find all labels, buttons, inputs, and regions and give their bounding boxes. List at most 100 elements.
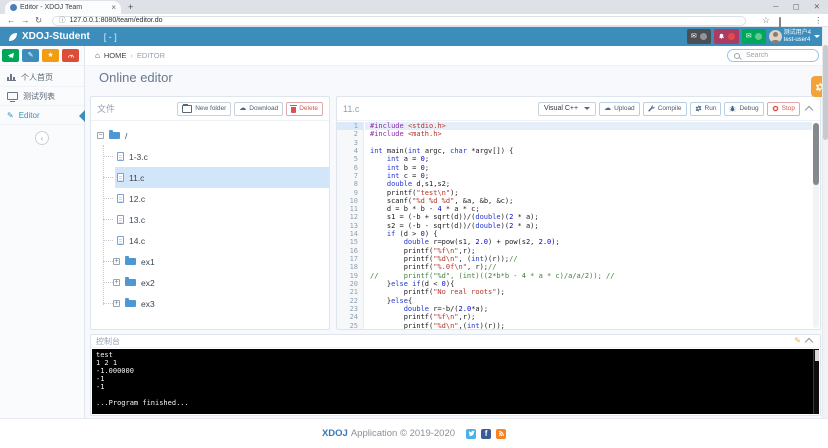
window-toggle-link[interactable]: [ - ]	[104, 32, 117, 42]
page-scrollbar[interactable]	[822, 27, 828, 448]
twitter-link[interactable]	[466, 429, 476, 439]
tree-root-item[interactable]: − /	[91, 125, 329, 146]
footer-brand: XDOJ	[322, 428, 348, 439]
terminal-line: test	[96, 351, 815, 359]
code-line[interactable]: int main(int argc, char *argv[]) {	[370, 147, 812, 155]
page-scrollbar-thumb[interactable]	[823, 45, 828, 140]
quick-gauge-button[interactable]	[62, 49, 79, 62]
quick-send-button[interactable]	[2, 49, 19, 62]
code-line[interactable]: int b = 0;	[370, 164, 812, 172]
facebook-link[interactable]: f	[481, 429, 491, 439]
quick-star-button[interactable]: ★	[42, 49, 59, 62]
download-button[interactable]: ☁ Download	[234, 102, 283, 116]
code-line[interactable]: double r=pow(s1, 2.0) + pow(s2, 2.0);	[370, 238, 812, 246]
code-line[interactable]: d = b * b - 4 * a * c;	[370, 205, 812, 213]
terminal-scrollbar[interactable]	[813, 349, 819, 414]
brand-link[interactable]: XDOJ-Student	[8, 31, 90, 42]
stop-button[interactable]: Stop	[767, 102, 800, 116]
notifications-menu[interactable]	[714, 29, 739, 44]
code-line[interactable]: printf("test\n");	[370, 189, 812, 197]
code-line[interactable]: if (d > 0) {	[370, 230, 812, 238]
tree-file-item[interactable]: 1-3.c	[91, 146, 329, 167]
quick-edit-button[interactable]: ✎	[22, 49, 39, 62]
file-icon	[117, 173, 124, 182]
code-line[interactable]: double d,s1,s2;	[370, 180, 812, 188]
language-select[interactable]: Visual C++	[538, 102, 596, 116]
file-icon	[117, 194, 124, 203]
user-name: 测试用户4 test-user4	[784, 30, 811, 43]
code-line[interactable]: double r=-b/(2.0*a);	[370, 305, 812, 313]
code-line[interactable]: printf("%f\n",r);	[370, 313, 812, 321]
code-line[interactable]: int a = 0;	[370, 155, 812, 163]
expand-box-icon[interactable]: +	[113, 279, 120, 286]
window-maximize-button[interactable]: ▢	[793, 2, 800, 11]
forward-icon[interactable]: →	[21, 14, 30, 27]
tab-close-icon[interactable]: ×	[111, 4, 116, 11]
code-line[interactable]: printf("%d\n",(int)(r));	[370, 322, 812, 330]
reload-icon[interactable]: ↻	[35, 14, 42, 27]
code-line[interactable]: printf("%d\n", (int)(r));//	[370, 255, 812, 263]
browser-tab[interactable]: Editor - XDOJ Team ×	[5, 1, 121, 14]
url-text: 127.0.0.1:8080/team/editor.do	[70, 17, 163, 24]
expand-box-icon[interactable]: +	[113, 300, 120, 307]
code-line[interactable]: printf("%f\n",r);	[370, 247, 812, 255]
expand-box-icon[interactable]: +	[113, 258, 120, 265]
code-line[interactable]	[370, 139, 812, 147]
run-button[interactable]: Run	[690, 102, 722, 116]
new-tab-button[interactable]: +	[128, 2, 133, 12]
bookmark-star-icon[interactable]: ☆	[762, 14, 770, 27]
back-icon[interactable]: ←	[7, 14, 16, 27]
editor-code[interactable]: #include <stdio.h>#include <math.h> int m…	[365, 122, 812, 329]
sidebar-item-home[interactable]: 个人首页	[0, 68, 84, 87]
code-line[interactable]: }else{	[370, 297, 812, 305]
site-info-icon[interactable]: ⓘ	[59, 17, 66, 25]
upload-button[interactable]: ☁ Upload	[599, 102, 640, 116]
window-minimize-button[interactable]: ─	[773, 2, 778, 11]
browser-tabstrip: Editor - XDOJ Team × + ─ ▢ ✕	[0, 0, 828, 14]
editor-scrollbar[interactable]	[813, 123, 819, 328]
tree-folder-item[interactable]: +ex2	[91, 272, 329, 293]
sidebar-item-editor[interactable]: ✎ Editor	[0, 106, 84, 125]
pencil-icon[interactable]: ✎	[794, 337, 801, 345]
tree-file-item[interactable]: 14.c	[91, 230, 329, 251]
envelope-icon: ✉	[746, 33, 752, 40]
tree-folder-item[interactable]: +ex1	[91, 251, 329, 272]
code-line[interactable]: s2 = (-b - sqrt(d))/(double)(2 * a);	[370, 222, 812, 230]
code-line[interactable]: s1 = (-b + sqrt(d))/(double)(2 * a);	[370, 213, 812, 221]
code-line[interactable]: // printf("%d", (int)((2*b*b - 4 * a * c…	[370, 272, 812, 280]
sidebar-item-tests[interactable]: 测试列表	[0, 87, 84, 106]
code-line[interactable]: int c = 0;	[370, 172, 812, 180]
url-bar[interactable]: ⓘ 127.0.0.1:8080/team/editor.do	[52, 16, 746, 26]
editor-scrollbar-thumb[interactable]	[813, 123, 819, 185]
code-line[interactable]: printf("%.0f\n", r);//	[370, 263, 812, 271]
collapse-panel-icon[interactable]	[805, 105, 813, 113]
tree-folder-item[interactable]: +ex3	[91, 293, 329, 314]
tree-file-item[interactable]: 12.c	[91, 188, 329, 209]
terminal-output[interactable]: test1 2 1-1.000000-1-1 ...Program finish…	[92, 349, 819, 414]
code-line[interactable]: #include <math.h>	[370, 130, 812, 138]
rss-link[interactable]	[496, 429, 506, 439]
tasks-menu[interactable]: ✉	[742, 29, 766, 44]
search-icon	[734, 53, 740, 59]
messages-menu[interactable]: ✉	[687, 29, 711, 44]
user-menu[interactable]: 测试用户4 test-user4	[769, 30, 820, 43]
compile-button[interactable]: Compile	[643, 102, 687, 116]
debug-button[interactable]: Debug	[724, 102, 763, 116]
breadcrumb-home-link[interactable]: HOME	[104, 51, 127, 60]
code-line[interactable]: scanf("%d %d %d", &a, &b, &c);	[370, 197, 812, 205]
search-input[interactable]	[744, 51, 812, 60]
code-line[interactable]: }else if(d < 0){	[370, 280, 812, 288]
collapse-panel-icon[interactable]	[805, 338, 813, 346]
window-close-button[interactable]: ✕	[814, 2, 820, 11]
tree-file-item[interactable]: 13.c	[91, 209, 329, 230]
code-line[interactable]: #include <stdio.h>	[370, 122, 812, 130]
code-editor[interactable]: 1234567891011121314151617181920212223242…	[337, 121, 820, 329]
collapse-box-icon[interactable]: −	[97, 132, 104, 139]
code-line[interactable]: printf("No real roots");	[370, 288, 812, 296]
sidebar-collapse-button[interactable]: ‹	[35, 131, 49, 145]
terminal-scrollbar-thumb[interactable]	[815, 350, 819, 361]
delete-button[interactable]: Delete	[286, 102, 323, 116]
tree-file-item[interactable]: 11.c	[91, 167, 329, 188]
new-folder-button[interactable]: New folder	[177, 102, 231, 116]
browser-menu-icon[interactable]: ⋮	[814, 14, 823, 27]
